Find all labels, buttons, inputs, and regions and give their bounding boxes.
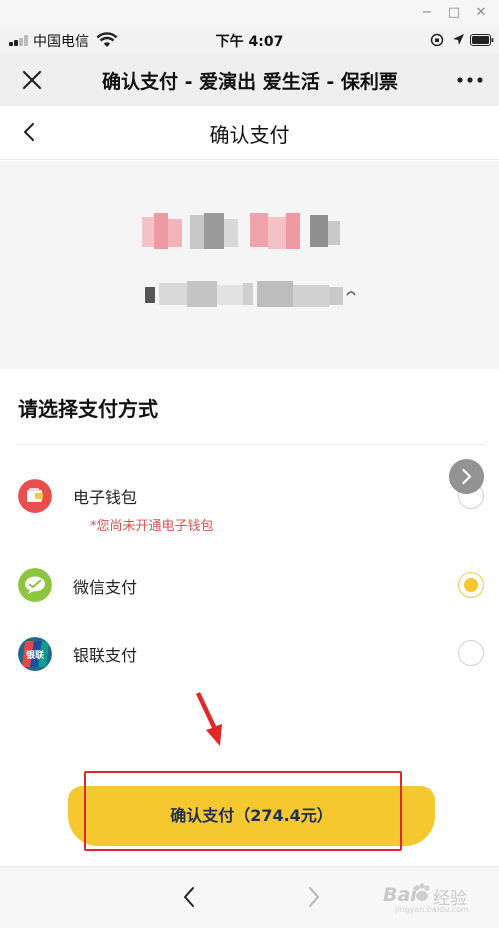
payment-section-title: 请选择支付方式 — [18, 397, 158, 421]
radio-unionpay[interactable] — [458, 640, 484, 666]
browser-back-icon[interactable] — [178, 883, 200, 911]
paw-icon — [414, 883, 430, 901]
blurred-order-name — [142, 213, 340, 249]
status-time: 下午 4:07 — [215, 34, 284, 50]
location-icon — [453, 34, 464, 45]
window-maximize-button[interactable]: □ — [445, 4, 463, 22]
wallet-icon — [18, 479, 52, 513]
page-header: 确认支付 — [0, 106, 499, 160]
watermark-url: jingyan.baidu.com — [395, 905, 469, 914]
annotation-arrow-icon — [196, 692, 222, 746]
unionpay-icon: 银联 — [18, 637, 52, 671]
window-close-button[interactable]: ✕ — [472, 4, 490, 22]
more-icon[interactable] — [456, 76, 484, 84]
battery-icon — [470, 34, 494, 46]
unionpay-glyph: 银联 — [26, 649, 45, 661]
window-minimize-button[interactable]: − — [418, 4, 436, 22]
watermark: Bai 经验 jingyan.baidu.com — [383, 880, 493, 920]
radio-wechat[interactable] — [458, 572, 484, 598]
order-info-area — [0, 161, 499, 369]
nav-bar: 确认支付 - 爱演出 爱生活 - 保利票 — [0, 54, 499, 106]
chevron-right-icon[interactable] — [449, 459, 484, 494]
blurred-order-detail — [145, 281, 356, 307]
pay-method-label-unionpay: 银联支付 — [73, 646, 138, 665]
section-divider — [18, 444, 485, 445]
annotation-highlight-box — [84, 771, 402, 851]
close-icon[interactable] — [20, 68, 44, 92]
status-bar: 中国电信 下午 4:07 — [0, 26, 499, 54]
nav-title: 确认支付 - 爱演出 爱生活 - 保利票 — [102, 71, 398, 93]
pay-method-label-wallet: 电子钱包 — [73, 488, 138, 507]
page-title: 确认支付 — [209, 123, 290, 147]
window-chrome: − □ ✕ — [0, 0, 499, 26]
browser-forward-icon[interactable] — [303, 883, 325, 911]
pay-method-label-wechat: 微信支付 — [73, 578, 138, 597]
wechat-pay-icon — [18, 568, 52, 602]
wallet-note: *您尚未开通电子钱包 — [90, 519, 214, 534]
orientation-lock-icon — [430, 33, 444, 47]
